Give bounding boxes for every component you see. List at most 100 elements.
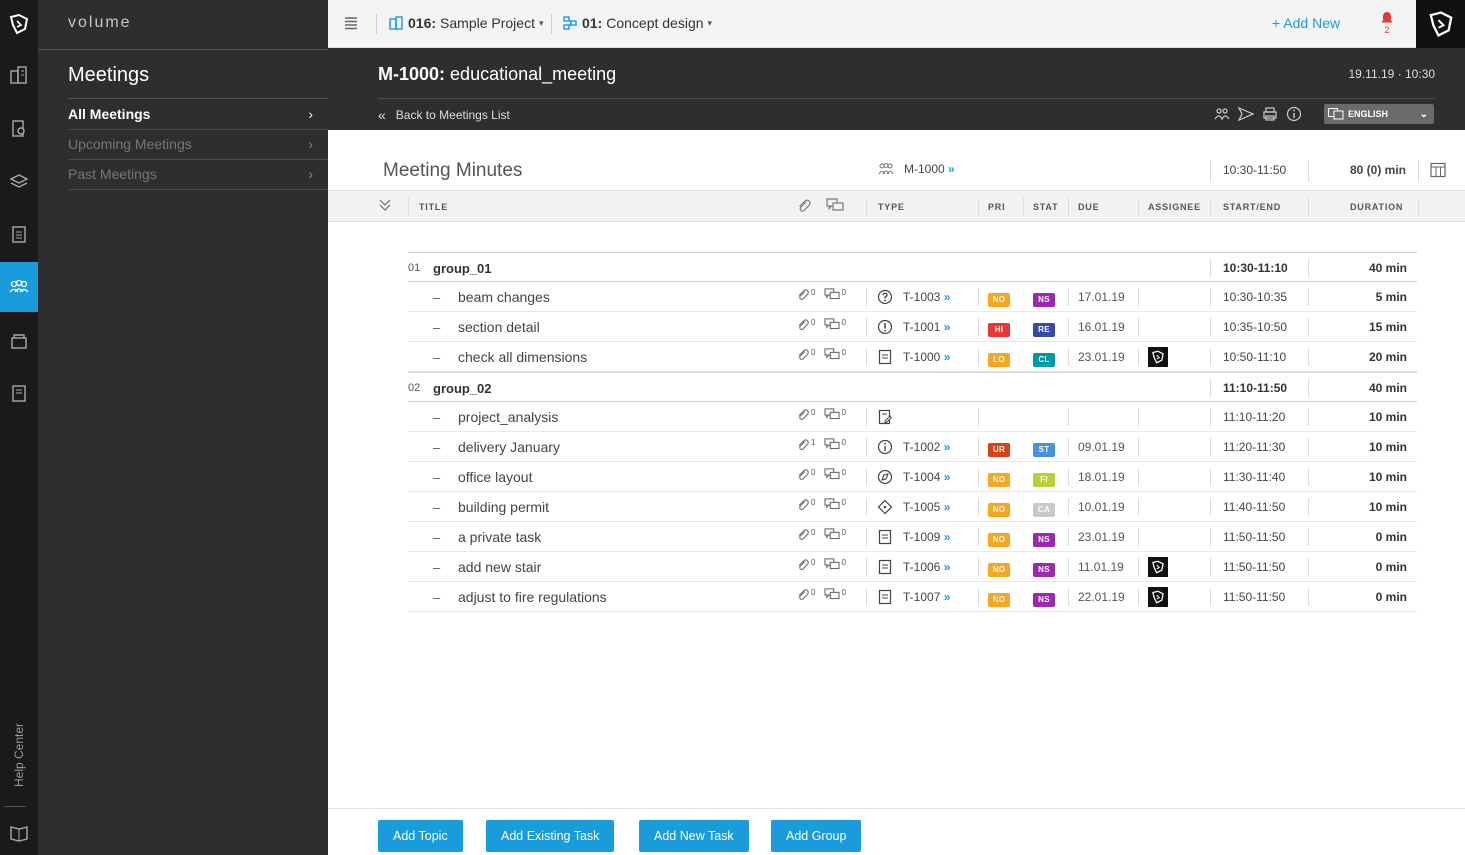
- help-book-icon[interactable]: [0, 818, 38, 848]
- topic-row[interactable]: – building permit 0 0 T-1005 » NO CA 10.01.19 11…: [408, 492, 1417, 522]
- add-existing-task-button[interactable]: Add Existing Task: [486, 820, 615, 852]
- topic-row[interactable]: – project_analysis 0 0 11:10-11:20 10 min: [408, 402, 1417, 432]
- topic-attachments[interactable]: 00: [796, 288, 854, 305]
- col-start-end[interactable]: START/END: [1223, 202, 1281, 212]
- add-new-button[interactable]: + Add New: [1272, 15, 1340, 31]
- task-link[interactable]: T-1000 »: [903, 350, 950, 364]
- topic-attachments[interactable]: 00: [796, 588, 854, 605]
- task-link[interactable]: T-1006 »: [903, 560, 950, 574]
- task-link[interactable]: T-1007 »: [903, 590, 950, 604]
- topic-attachments[interactable]: 00: [796, 528, 854, 545]
- project-selector[interactable]: 016: Sample Project ▾: [388, 15, 544, 31]
- volume-corner-logo-icon[interactable]: [1416, 0, 1465, 48]
- document-icon[interactable]: [0, 368, 38, 418]
- task-link[interactable]: T-1002 »: [903, 440, 950, 454]
- nav-item-past-meetings[interactable]: Past Meetings ›: [68, 159, 313, 189]
- assignee-avatar[interactable]: [1148, 587, 1168, 607]
- topic-row[interactable]: – delivery January 1 0 T-1002 » UR ST 09.01.19 1…: [408, 432, 1417, 462]
- meetings-icon[interactable]: [0, 262, 38, 312]
- topic-row[interactable]: – office layout 0 0 T-1004 » NO FI 18.01.19 11:3…: [408, 462, 1417, 492]
- col-stat[interactable]: STAT: [1033, 202, 1058, 212]
- duration: 10 min: [1368, 410, 1407, 424]
- topic-title[interactable]: delivery January: [458, 439, 560, 455]
- topic-attachments[interactable]: 00: [796, 318, 854, 335]
- topic-title[interactable]: office layout: [458, 469, 532, 485]
- info-icon[interactable]: [1286, 106, 1302, 125]
- topic-attachments[interactable]: 00: [796, 498, 854, 515]
- col-duration[interactable]: DURATION: [1350, 202, 1403, 212]
- topic-title[interactable]: section detail: [458, 319, 540, 335]
- cell-separator: [866, 318, 867, 336]
- cell-separator: [1138, 558, 1139, 576]
- cell-separator: [1210, 408, 1211, 426]
- buildings-icon[interactable]: [0, 50, 38, 100]
- task-link[interactable]: T-1003 »: [903, 290, 950, 304]
- note-icon: [877, 349, 893, 368]
- task-link[interactable]: T-1009 »: [903, 530, 950, 544]
- building-search-icon[interactable]: [0, 103, 38, 153]
- nav-item-upcoming-meetings[interactable]: Upcoming Meetings ›: [68, 129, 313, 159]
- task-link[interactable]: T-1001 »: [903, 320, 950, 334]
- col-title[interactable]: TITLE: [419, 202, 448, 212]
- column-settings-icon[interactable]: [1430, 162, 1446, 181]
- topic-attachments[interactable]: 00: [796, 408, 854, 425]
- task-id: T-1000: [903, 350, 941, 364]
- topic-row[interactable]: – a private task 0 0 T-1009 » NO NS 23.01.19 11:…: [408, 522, 1417, 552]
- topic-attachments[interactable]: 10: [796, 438, 854, 455]
- group-row[interactable]: 02 group_02 11:10-11:50 40 min: [408, 372, 1417, 402]
- topic-title[interactable]: adjust to fire regulations: [458, 589, 607, 605]
- status-badge: NS: [1033, 290, 1055, 307]
- meeting-reference[interactable]: M-1000 »: [878, 162, 955, 176]
- clipboard-icon[interactable]: [0, 209, 38, 259]
- task-link[interactable]: T-1004 »: [903, 470, 950, 484]
- topic-title[interactable]: beam changes: [458, 289, 550, 305]
- add-group-button[interactable]: Add Group: [771, 820, 862, 852]
- send-icon[interactable]: [1237, 106, 1255, 125]
- topic-row[interactable]: – section detail 0 0 T-1001 » HI RE 16.01.19 10:…: [408, 312, 1417, 342]
- topic-row[interactable]: – adjust to fire regulations 0 0 T-1007 » NO N…: [408, 582, 1417, 612]
- nav-item-all-meetings[interactable]: All Meetings ›: [68, 99, 313, 129]
- col-assignee[interactable]: ASSIGNEE: [1148, 202, 1201, 212]
- language-select[interactable]: ENGLISH ⌄: [1324, 104, 1434, 124]
- top-bar: 016: Sample Project ▾ 01: Concept design…: [328, 0, 1465, 48]
- topic-attachments[interactable]: 00: [796, 348, 854, 365]
- topic-title[interactable]: check all dimensions: [458, 349, 587, 365]
- group-title[interactable]: group_01: [433, 261, 492, 276]
- status-badge: ST: [1033, 440, 1055, 457]
- collapse-all-icon[interactable]: [379, 198, 391, 215]
- link-count: 0: [811, 588, 816, 597]
- hamburger-menu-icon[interactable]: [344, 16, 358, 33]
- assignee-avatar[interactable]: [1148, 557, 1168, 577]
- topic-title[interactable]: a private task: [458, 529, 541, 545]
- phase-selector[interactable]: 01: Concept design ▾: [562, 15, 712, 31]
- task-link[interactable]: T-1005 »: [903, 500, 950, 514]
- meeting-code: M-1000:: [378, 64, 446, 84]
- duration: 15 min: [1368, 320, 1407, 334]
- print-icon[interactable]: [1262, 106, 1278, 125]
- group-title[interactable]: group_02: [433, 381, 492, 396]
- col-type[interactable]: TYPE: [878, 202, 905, 212]
- project-name: Sample Project: [440, 15, 535, 31]
- topic-title[interactable]: project_analysis: [458, 409, 558, 425]
- group-row[interactable]: 01 group_01 10:30-11:10 40 min: [408, 252, 1417, 282]
- volume-logo-icon[interactable]: [0, 0, 38, 48]
- participants-icon[interactable]: [1214, 106, 1230, 125]
- topic-title[interactable]: add new stair: [458, 559, 541, 575]
- topic-attachments[interactable]: 00: [796, 558, 854, 575]
- col-due[interactable]: DUE: [1078, 202, 1099, 212]
- topic-attachments[interactable]: 00: [796, 468, 854, 485]
- topic-row[interactable]: – check all dimensions 0 0 T-1000 » LO CL 23.01…: [408, 342, 1417, 372]
- topic-row[interactable]: – beam changes 0 0 T-1003 » NO NS 17.01.19 10:30…: [408, 282, 1417, 312]
- topic-dash: –: [433, 290, 441, 305]
- notifications-bell[interactable]: 2: [1380, 11, 1394, 35]
- assignee-avatar[interactable]: [1148, 347, 1168, 367]
- topic-title[interactable]: building permit: [458, 499, 549, 515]
- add-topic-button[interactable]: Add Topic: [378, 820, 463, 852]
- add-new-task-button[interactable]: Add New Task: [639, 820, 749, 852]
- back-to-list-link[interactable]: « Back to Meetings List: [378, 107, 510, 123]
- col-pri[interactable]: PRI: [988, 202, 1005, 212]
- topic-row[interactable]: – add new stair 0 0 T-1006 » NO NS 11.01.19 11:5…: [408, 552, 1417, 582]
- stack-icon[interactable]: [0, 315, 38, 365]
- layers-icon[interactable]: [0, 156, 38, 206]
- help-center-link[interactable]: Help Center: [0, 715, 38, 795]
